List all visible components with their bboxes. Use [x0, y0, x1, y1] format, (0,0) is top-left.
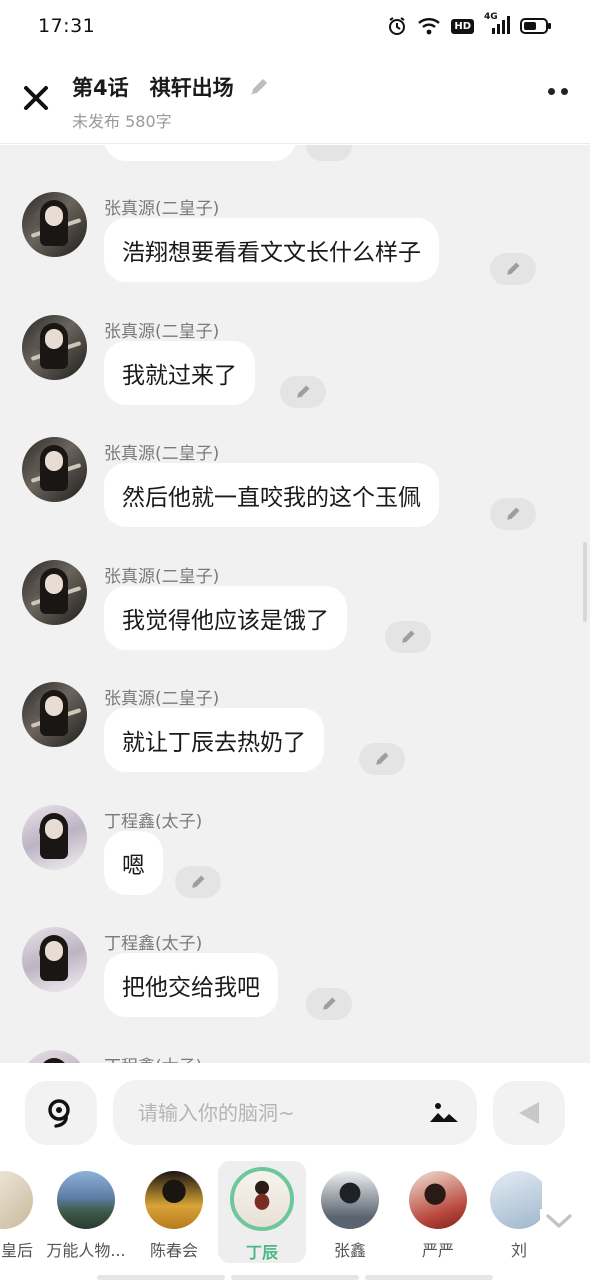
chat-area[interactable]: 张真源(二皇子) 浩翔想要看看文文长什么样子 张真源(二皇子) 我就过来了 张真… [0, 145, 590, 1063]
speaker-name: 丁程鑫(太子) [104, 1052, 202, 1063]
chevron-down-icon [546, 1214, 572, 1228]
indicator-segment [365, 1275, 493, 1280]
more-dot [561, 88, 568, 95]
character-label: 万能人物... [46, 1241, 126, 1260]
voice-input-button[interactable] [25, 1081, 97, 1145]
pencil-icon [323, 997, 336, 1010]
edit-message-button[interactable] [490, 498, 536, 530]
speaker-name: 张真源(二皇子) [104, 444, 220, 464]
speaker-name: 张真源(二皇子) [104, 322, 220, 342]
status-icons: HD 4G [387, 12, 552, 36]
close-icon [24, 86, 48, 110]
scrollbar[interactable] [583, 542, 587, 622]
indicator-segment [231, 1275, 359, 1280]
speaker-name: 丁程鑫(太子) [104, 812, 203, 832]
status-time: 17:31 [38, 15, 96, 37]
character-item[interactable]: 万能人物... [42, 1161, 130, 1263]
character-item[interactable]: 丁辰 [218, 1161, 306, 1263]
image-button[interactable] [429, 1100, 459, 1128]
pencil-icon [402, 630, 415, 643]
speaker-name: 丁程鑫(太子) [104, 934, 203, 954]
send-button[interactable] [493, 1081, 565, 1145]
more-options-button[interactable] [548, 88, 568, 95]
pencil-icon [297, 385, 310, 398]
edit-message-button[interactable] [359, 743, 405, 775]
signal-4g-label: 4G [484, 12, 498, 22]
avatar[interactable] [22, 805, 87, 870]
indicator-segment [97, 1275, 225, 1280]
message-bubble[interactable] [104, 145, 296, 161]
pencil-icon [250, 79, 267, 95]
pencil-icon [507, 262, 520, 275]
character-item[interactable]: 陈春会 [130, 1161, 218, 1263]
message-bubble[interactable]: 嗯 [104, 831, 163, 895]
signal-4g-icon: 4G [484, 12, 510, 36]
character-item[interactable]: 严严 [394, 1161, 482, 1263]
character-label: 严严 [421, 1241, 454, 1260]
character-item[interactable]: 张鑫 [306, 1161, 394, 1263]
expand-characters-button[interactable] [540, 1209, 578, 1237]
wifi-icon [417, 17, 441, 35]
pencil-icon [376, 752, 389, 765]
character-label: 张鑫 [333, 1241, 366, 1260]
message-bubble[interactable]: 把他交给我吧 [104, 953, 278, 1017]
input-panel: 皇后 万能人物... 陈春会 丁辰 张鑫 严严 刘 [0, 1063, 590, 1280]
avatar[interactable] [22, 192, 87, 257]
edit-message-button[interactable] [385, 621, 431, 653]
character-item[interactable]: 刘 [482, 1161, 542, 1263]
pencil-icon [192, 875, 205, 888]
character-avatar [57, 1171, 115, 1229]
edit-message-button[interactable] [280, 376, 326, 408]
edit-message-button[interactable] [306, 145, 352, 161]
battery-icon [520, 17, 552, 35]
message-input[interactable] [138, 1100, 408, 1125]
character-label: 陈春会 [149, 1241, 198, 1260]
message-bubble[interactable]: 浩翔想要看看文文长什么样子 [104, 218, 439, 282]
character-item[interactable]: 皇后 [0, 1161, 48, 1263]
hd-icon: HD [451, 18, 474, 34]
character-avatar [230, 1167, 294, 1231]
avatar[interactable] [22, 1050, 87, 1063]
character-avatar [490, 1171, 542, 1229]
avatar[interactable] [22, 315, 87, 380]
chapter-title: 第4话 祺轩出场 [72, 76, 234, 100]
status-bar: 17:31 HD 4G [0, 0, 590, 52]
edit-title-button[interactable] [248, 76, 270, 98]
chapter-status: 未发布 580字 [72, 112, 172, 131]
bottom-indicator [97, 1275, 493, 1280]
pencil-icon [507, 507, 520, 520]
character-label: 皇后 [0, 1241, 33, 1260]
speaker-name: 张真源(二皇子) [104, 689, 220, 709]
avatar[interactable] [22, 437, 87, 502]
avatar[interactable] [22, 560, 87, 625]
character-avatar [321, 1171, 379, 1229]
avatar[interactable] [22, 927, 87, 992]
message-bubble[interactable]: 就让丁辰去热奶了 [104, 708, 324, 772]
input-box [113, 1080, 477, 1145]
voice-icon [48, 1099, 70, 1128]
character-avatar [409, 1171, 467, 1229]
message-bubble[interactable]: 然后他就一直咬我的这个玉佩 [104, 463, 439, 527]
character-label: 刘 [510, 1241, 527, 1260]
message-bubble[interactable]: 我就过来了 [104, 341, 255, 405]
character-avatar [145, 1171, 203, 1229]
chapter-header: 第4话 祺轩出场 未发布 580字 [0, 52, 590, 144]
message-bubble[interactable]: 我觉得他应该是饿了 [104, 586, 347, 650]
speaker-name: 张真源(二皇子) [104, 199, 220, 219]
close-button[interactable] [18, 80, 54, 116]
more-dot [548, 88, 555, 95]
edit-message-button[interactable] [175, 866, 221, 898]
image-icon [430, 1103, 458, 1122]
speaker-name: 张真源(二皇子) [104, 567, 220, 587]
character-label: 丁辰 [245, 1243, 278, 1262]
character-strip[interactable]: 皇后 万能人物... 陈春会 丁辰 张鑫 严严 刘 [0, 1161, 590, 1271]
character-avatar [0, 1171, 33, 1229]
send-icon [519, 1102, 539, 1124]
title-row: 第4话 祺轩出场 [72, 72, 270, 102]
alarm-icon [387, 16, 407, 36]
edit-message-button[interactable] [306, 988, 352, 1020]
edit-message-button[interactable] [490, 253, 536, 285]
avatar[interactable] [22, 682, 87, 747]
